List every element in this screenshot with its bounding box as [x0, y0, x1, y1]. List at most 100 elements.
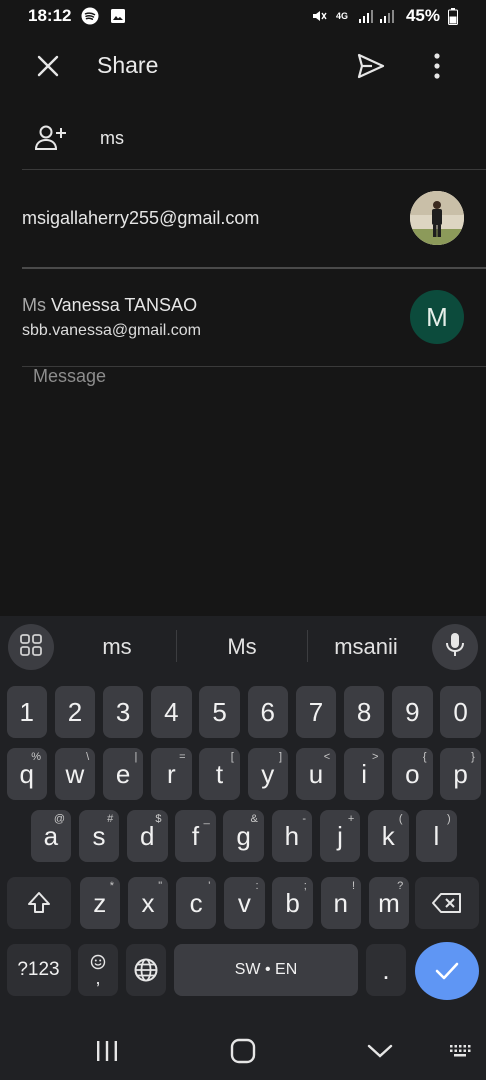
key-hint: @	[53, 813, 66, 825]
close-icon[interactable]	[36, 54, 60, 78]
key-h[interactable]: h-	[271, 810, 313, 862]
key-label: .	[382, 954, 390, 985]
key-hint: +	[347, 813, 355, 825]
key-p[interactable]: p}	[440, 748, 481, 800]
key-label: 9	[405, 696, 420, 727]
key-label: x	[141, 887, 155, 918]
word-suggestion[interactable]: Ms	[177, 634, 307, 660]
suggestion-item[interactable]: msigallaherry255@gmail.com	[0, 170, 486, 267]
key-hint: }	[471, 751, 475, 763]
key-g[interactable]: g &	[223, 810, 264, 862]
key-7[interactable]: 7	[295, 686, 337, 738]
key-label: l	[433, 820, 440, 851]
key-x[interactable]: x "	[127, 877, 169, 929]
suggestion-email: msigallaherry255@gmail.com	[22, 208, 260, 228]
key-q[interactable]: q%	[6, 748, 47, 800]
key-6[interactable]: 6	[247, 686, 288, 738]
shift-key[interactable]	[6, 877, 71, 929]
key-label: m	[378, 887, 400, 918]
check-icon	[435, 962, 459, 980]
key-hint: *	[109, 880, 114, 892]
more-vert-icon[interactable]	[426, 52, 448, 80]
keyboard-menu-button[interactable]	[8, 624, 54, 670]
key-label: SW • EN	[234, 961, 298, 978]
mic-icon	[444, 632, 466, 663]
key-hint: :	[255, 880, 259, 892]
word-suggestion[interactable]: msanii	[301, 634, 431, 660]
key-e[interactable]: e |	[102, 748, 144, 800]
key-a[interactable]: a @	[30, 810, 72, 862]
key-label: c	[189, 887, 203, 918]
key-9[interactable]: 9	[392, 686, 433, 738]
symbols-key[interactable]: ?123	[6, 944, 71, 996]
key-hint: '	[208, 880, 211, 892]
person-add-icon[interactable]	[34, 124, 68, 152]
key-label: q	[19, 758, 34, 789]
key-hint: ?	[397, 880, 404, 892]
key-l[interactable]: l)	[416, 810, 457, 862]
key-label: g	[236, 820, 251, 851]
key-f[interactable]: f _	[175, 810, 216, 862]
keyboard: ms Ms msanii 1 2 3 4 5 6 7 8 9 0 q% w \ e | r = t[y] u < i > o…	[0, 616, 486, 1022]
avatar	[410, 191, 464, 245]
gallery-icon	[109, 7, 127, 25]
key-label: 3	[115, 696, 131, 727]
space-key[interactable]: SW • EN	[174, 944, 358, 996]
key-2[interactable]: 2	[54, 686, 96, 738]
key-1[interactable]: 1	[6, 686, 47, 738]
key-0[interactable]: 0	[440, 686, 481, 738]
backspace-key[interactable]	[415, 877, 479, 929]
key-t[interactable]: t[	[199, 748, 240, 800]
voice-input-button[interactable]	[432, 624, 478, 670]
period-key[interactable]: .	[366, 944, 406, 996]
key-n[interactable]: n!	[320, 877, 361, 929]
key-m[interactable]: m?	[368, 877, 410, 929]
battery-percent: 45%	[405, 6, 440, 25]
key-j[interactable]: j +	[319, 810, 361, 862]
key-z[interactable]: z *	[79, 877, 120, 929]
key-hint: [	[230, 751, 234, 763]
globe-icon	[134, 958, 158, 982]
key-d[interactable]: d $	[127, 810, 168, 862]
word-suggestion[interactable]: ms	[52, 634, 182, 660]
back-icon[interactable]	[366, 1036, 394, 1066]
key-3[interactable]: 3	[102, 686, 144, 738]
key-hint: (	[398, 813, 403, 825]
key-s[interactable]: s #	[78, 810, 120, 862]
key-v[interactable]: v:	[224, 877, 265, 929]
language-key[interactable]	[126, 944, 166, 996]
key-label: 1	[19, 696, 34, 727]
key-b[interactable]: b;	[272, 877, 313, 929]
recents-icon[interactable]	[94, 1036, 120, 1066]
key-label: y	[261, 758, 275, 789]
home-icon[interactable]	[229, 1036, 257, 1066]
key-y[interactable]: y]	[247, 748, 288, 800]
key-r[interactable]: r =	[151, 748, 192, 800]
key-hint: |	[134, 751, 138, 763]
recipient-input[interactable]: ms	[100, 128, 124, 149]
key-label: 2	[67, 696, 83, 727]
key-label: 7	[308, 696, 324, 727]
key-w[interactable]: w \	[54, 748, 96, 800]
key-k[interactable]: k(	[368, 810, 409, 862]
suggestion-item[interactable]: Ms Vanessa TANSAO sbb.vanessa@gmail.com …	[0, 269, 486, 366]
keyboard-switch-icon[interactable]	[449, 1036, 471, 1066]
emoji-comma-key[interactable]: ,	[78, 944, 118, 996]
key-c[interactable]: c '	[175, 877, 217, 929]
key-o[interactable]: o{	[392, 748, 433, 800]
key-5[interactable]: 5	[199, 686, 240, 738]
key-u[interactable]: u <	[295, 748, 337, 800]
key-i[interactable]: i >	[343, 748, 385, 800]
key-label: o	[405, 758, 420, 789]
send-icon[interactable]	[356, 52, 386, 80]
key-hint: >	[371, 751, 379, 763]
suggestion-name: Ms Vanessa TANSAO	[22, 295, 197, 316]
key-hint: <	[323, 751, 331, 763]
key-label: j	[337, 820, 343, 851]
enter-key[interactable]	[415, 942, 479, 1000]
name-match: Ms	[22, 295, 46, 315]
message-input[interactable]: Message	[33, 366, 106, 387]
key-label: ?123	[17, 959, 60, 980]
key-8[interactable]: 8	[343, 686, 385, 738]
key-4[interactable]: 4	[151, 686, 192, 738]
